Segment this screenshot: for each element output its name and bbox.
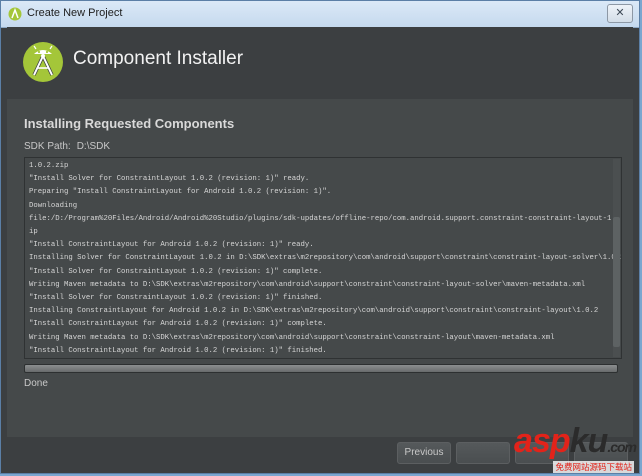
log-line: file:/D:/Program%20Files/Android/Android… — [29, 214, 622, 223]
log-line: Writing Maven metadata to D:\SDK\extras\… — [29, 333, 555, 342]
site-watermark: aspku.com 免费网站源码下载站 — [476, 422, 637, 476]
dialog-header: Component Installer — [7, 27, 633, 99]
section-title: Installing Requested Components — [24, 116, 235, 131]
close-icon: ✕ — [615, 7, 625, 19]
log-line: Installing Solver for ConstraintLayout 1… — [29, 254, 622, 263]
watermark-logo-text: aspku.com — [514, 422, 637, 460]
log-scrollbar-thumb[interactable] — [613, 217, 620, 347]
log-line: Installing ConstraintLayout for Android … — [29, 307, 599, 316]
sdk-path-row: SDK Path: D:\SDK — [24, 141, 110, 152]
title-bar: Create New Project ✕ — [1, 1, 639, 28]
page-title: Component Installer — [73, 48, 244, 69]
log-line: "Install Solver for ConstraintLayout 1.0… — [29, 267, 323, 276]
log-scrollbar[interactable] — [613, 159, 620, 357]
log-line: "Install ConstraintLayout for Android 1.… — [29, 241, 314, 250]
sdk-path-value: D:\SDK — [76, 141, 111, 152]
install-progress-bar — [24, 364, 618, 373]
log-line: Downloading — [29, 201, 78, 210]
previous-button[interactable]: Previous — [397, 442, 451, 464]
android-studio-logo-icon — [23, 42, 63, 82]
log-line: ip — [29, 228, 38, 237]
close-button[interactable]: ✕ — [607, 4, 633, 23]
create-new-project-window: Create New Project ✕ Component Installer… — [0, 0, 640, 474]
sdk-path-label: SDK Path: — [24, 141, 71, 152]
watermark-subtitle: 免费网站源码下载站 — [553, 461, 634, 473]
log-line: Preparing "Install ConstraintLayout for … — [29, 188, 332, 197]
log-line: Writing Maven metadata to D:\SDK\extras\… — [29, 280, 586, 289]
status-text: Done — [24, 378, 48, 389]
log-line: "Install Solver for ConstraintLayout 1.0… — [29, 175, 310, 184]
installer-panel: Installing Requested Components SDK Path… — [7, 99, 633, 437]
android-studio-app-icon — [8, 7, 22, 21]
log-line: 1.0.2.zip — [29, 162, 69, 170]
install-log[interactable]: 1.0.2.zip "Install Solver for ConstraintL… — [24, 157, 622, 359]
log-line: "Install ConstraintLayout for Android 1.… — [29, 346, 327, 355]
log-line: "Install ConstraintLayout for Android 1.… — [29, 320, 327, 329]
log-line: "Install Solver for ConstraintLayout 1.0… — [29, 294, 323, 303]
window-title: Create New Project — [27, 7, 123, 19]
log-lines: 1.0.2.zip "Install Solver for ConstraintL… — [29, 160, 622, 358]
